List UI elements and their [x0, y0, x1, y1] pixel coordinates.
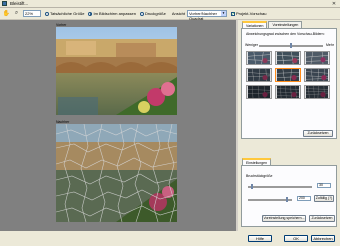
zoom-tool-icon[interactable]: ⌕ — [13, 10, 20, 17]
variation-thumb[interactable] — [304, 51, 330, 65]
view-label: Ansicht — [171, 11, 185, 16]
title-bar: Bleistift... ✕ — [0, 0, 340, 8]
param-value-2[interactable]: 200 — [297, 196, 311, 201]
after-image — [56, 124, 177, 222]
close-icon[interactable]: ✕ — [331, 1, 337, 7]
preview-canvas[interactable]: Vorher Nachher — [0, 20, 236, 231]
settings-panel: Variationen Voreinstellungen Abweichungs… — [238, 20, 340, 231]
before-image — [56, 27, 177, 115]
variation-thumb[interactable] — [246, 85, 272, 99]
settings-box: Bruchstückgröße 30 200 Zufällig (?) Vore… — [241, 165, 337, 227]
tab-presets[interactable]: Voreinstellungen — [268, 21, 303, 28]
actual-size-label: Tatsächliche Größe — [50, 11, 85, 16]
param-label: Bruchstückgröße — [246, 174, 273, 178]
project-preview-label: Projekt-Vorschau — [235, 11, 267, 16]
reset-button[interactable]: Zurücksetzen — [303, 130, 333, 137]
variation-thumb[interactable] — [304, 85, 330, 99]
panel-tabs: Variationen Voreinstellungen — [242, 21, 303, 28]
less-label: Weniger — [245, 43, 258, 47]
variation-thumb[interactable] — [246, 68, 272, 82]
reset-settings-button[interactable]: Zurücksetzen — [309, 215, 335, 222]
cancel-button[interactable]: Abbrechen — [311, 235, 335, 242]
variation-thumb[interactable] — [275, 51, 301, 65]
actual-size-option[interactable]: Tatsächliche Größe — [45, 11, 84, 16]
param-slider-2-thumb[interactable] — [286, 197, 288, 202]
toolbar: ✋ ⌕ 22% Tatsächliche Größe Im Bildschirm… — [0, 8, 340, 21]
dialog-footer: Hilfe OK Abbrechen — [0, 231, 340, 246]
variations-box: Abweichungsgrad zwischen den Vorschau-Bi… — [241, 28, 337, 139]
variation-thumb[interactable] — [304, 68, 330, 82]
print-size-label: Druckgröße — [144, 11, 166, 16]
hand-tool-icon[interactable]: ✋ — [3, 10, 10, 17]
variation-grid — [246, 51, 334, 99]
ok-button[interactable]: OK — [284, 235, 308, 242]
actual-size-radio[interactable] — [45, 11, 49, 16]
app-icon — [2, 1, 7, 6]
fit-option[interactable]: Im Bildschirm anpassen — [88, 11, 136, 16]
print-size-radio[interactable] — [139, 11, 144, 16]
variation-thumb[interactable] — [275, 85, 301, 99]
param-slider-1-thumb[interactable] — [251, 184, 253, 189]
window-title: Bleistift... — [10, 1, 29, 6]
random-button[interactable]: Zufällig (?) — [314, 195, 334, 202]
fit-label: Im Bildschirm anpassen — [93, 11, 136, 16]
chevron-down-icon: ▼ — [220, 11, 226, 16]
variation-thumb-selected[interactable] — [275, 68, 301, 82]
view-select[interactable]: Vorher/Nachher Quadrat ▼ — [186, 10, 227, 21]
save-preset-button[interactable]: Voreinstellung speichern... — [262, 215, 306, 222]
zoom-field[interactable]: 22% — [23, 10, 41, 17]
variation-title: Abweichungsgrad zwischen den Vorschau-Bi… — [246, 32, 325, 36]
print-size-option[interactable]: Druckgröße — [139, 11, 166, 16]
variation-slider-thumb[interactable] — [290, 43, 292, 48]
param-value-1[interactable]: 30 — [317, 183, 331, 188]
help-button[interactable]: Hilfe — [248, 235, 272, 242]
tab-settings[interactable]: Einstellungen — [242, 158, 272, 165]
tab-variations[interactable]: Variationen — [242, 21, 268, 28]
variation-thumb[interactable] — [246, 51, 272, 65]
fit-radio[interactable] — [88, 11, 93, 16]
more-label: Mehr — [326, 43, 334, 47]
project-preview-option[interactable]: Projekt-Vorschau — [230, 11, 267, 17]
project-preview-checkbox[interactable] — [230, 11, 235, 17]
param-slider-1-track[interactable] — [248, 186, 312, 188]
